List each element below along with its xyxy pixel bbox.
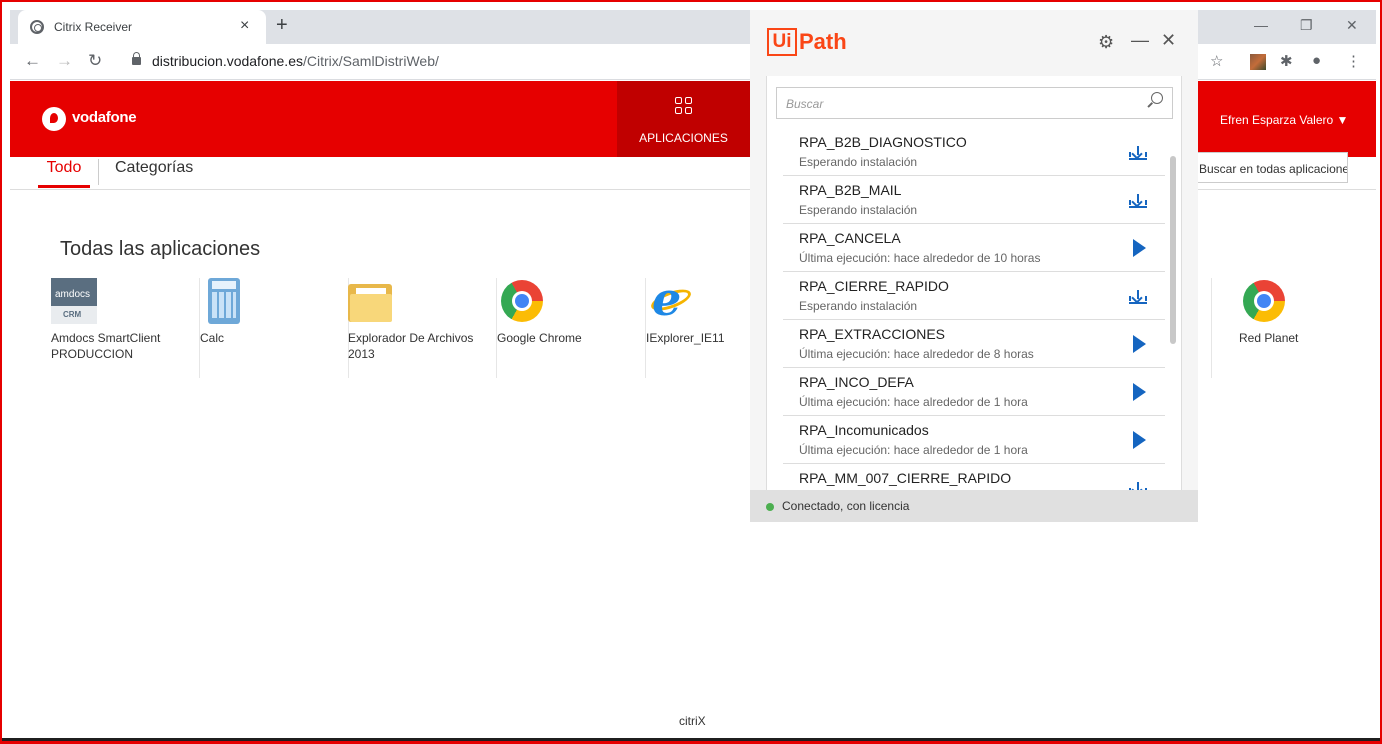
apps-nav-button[interactable]: APLICACIONES <box>617 81 750 157</box>
app-name: Red Planet <box>1239 331 1299 345</box>
process-item[interactable]: RPA_B2B_MAIL Esperando instalación <box>783 176 1165 224</box>
download-icon[interactable] <box>1129 146 1147 160</box>
app-name: Explorador De Archivos 2013 <box>348 331 474 361</box>
connection-status-text: Conectado, con licencia <box>782 499 910 513</box>
minimize-icon[interactable]: — <box>1131 30 1149 51</box>
new-tab-button[interactable]: + <box>276 14 288 37</box>
section-title: Todas las aplicaciones <box>60 238 261 260</box>
app-name: Amdocs SmartClient PRODUCCION <box>51 331 161 361</box>
uipath-logo: Ui Path <box>767 28 847 56</box>
process-status: Esperando instalación <box>799 203 918 217</box>
process-name: RPA_Incomunicados <box>799 422 929 438</box>
brand-name: vodafone <box>72 109 137 126</box>
play-icon[interactable] <box>1133 383 1146 401</box>
extension-icon[interactable] <box>1250 54 1266 70</box>
apps-grid-icon <box>675 97 693 115</box>
app-tile-calc[interactable]: Calc <box>200 278 349 378</box>
process-name: RPA_CIERRE_RAPIDO <box>799 278 949 294</box>
forward-icon[interactable]: → <box>56 51 73 71</box>
citrix-favicon-icon <box>30 20 44 34</box>
download-icon[interactable] <box>1129 290 1147 304</box>
taskbar <box>2 738 1380 741</box>
process-name: RPA_B2B_DIAGNOSTICO <box>799 134 967 150</box>
tab-todo[interactable]: Todo <box>38 159 90 188</box>
minimize-button[interactable]: — <box>1254 17 1268 33</box>
browser-tab[interactable]: Citrix Receiver × <box>18 10 266 44</box>
process-status: Esperando instalación <box>799 155 918 169</box>
close-icon[interactable]: ✕ <box>1161 30 1176 51</box>
url-host: distribucion.vodafone.es <box>152 53 303 69</box>
process-item[interactable]: RPA_INCO_DEFA Última ejecución: hace alr… <box>783 368 1165 416</box>
connection-status-bar: Conectado, con licencia <box>750 490 1198 522</box>
amdocs-icon: amdocs CRM <box>51 278 97 324</box>
download-icon[interactable] <box>1129 194 1147 208</box>
play-icon[interactable] <box>1133 239 1146 257</box>
process-status: Última ejecución: hace alrededor de 1 ho… <box>799 395 1028 409</box>
window-frame: Citrix Receiver × + — ❐ ✕ ← → ↻ distribu… <box>0 0 1382 744</box>
process-list: RPA_B2B_DIAGNOSTICO Esperando instalació… <box>783 128 1165 490</box>
puzzle-extensions-icon[interactable]: ✱ <box>1280 52 1293 70</box>
tab-categorias[interactable]: Categorías <box>115 159 193 177</box>
restore-button[interactable]: ❐ <box>1300 17 1313 34</box>
ie-icon: e <box>648 272 696 326</box>
app-tile-red-planet[interactable]: Red Planet <box>1239 278 1380 378</box>
process-status: Última ejecución: hace alrededor de 1 ho… <box>799 443 1028 457</box>
bookmark-star-icon[interactable]: ☆ <box>1210 52 1223 70</box>
app-name: Google Chrome <box>497 331 582 345</box>
app-tile-chrome[interactable]: Google Chrome <box>497 278 646 378</box>
process-name: RPA_MM_007_CIERRE_RAPIDO <box>799 470 1012 486</box>
process-item[interactable]: RPA_CANCELA Última ejecución: hace alred… <box>783 224 1165 272</box>
process-item[interactable]: RPA_Incomunicados Última ejecución: hace… <box>783 416 1165 464</box>
search-placeholder: Buscar <box>786 97 824 111</box>
profile-icon[interactable]: ● <box>1312 52 1321 69</box>
back-icon[interactable]: ← <box>24 51 41 71</box>
lock-icon <box>132 52 141 65</box>
close-window-button[interactable]: ✕ <box>1346 17 1358 34</box>
uipath-assistant-window: Ui Path ⚙ — ✕ Buscar RPA_B2B_DIAGNOSTICO … <box>750 10 1198 522</box>
process-item[interactable]: RPA_EXTRACCIONES Última ejecución: hace … <box>783 320 1165 368</box>
user-menu[interactable]: Efren Esparza Valero ▼ <box>1220 113 1348 127</box>
process-item[interactable]: RPA_B2B_DIAGNOSTICO Esperando instalació… <box>783 128 1165 176</box>
play-icon[interactable] <box>1133 431 1146 449</box>
download-icon[interactable] <box>1129 482 1147 490</box>
app-tile-explorer[interactable]: Explorador De Archivos 2013 <box>348 278 497 378</box>
tab-title: Citrix Receiver <box>54 20 133 34</box>
apps-nav-label: APLICACIONES <box>639 131 728 145</box>
app-tile-amdocs[interactable]: amdocs CRM Amdocs SmartClient PRODUCCION <box>51 278 200 378</box>
process-panel: Buscar RPA_B2B_DIAGNOSTICO Esperando ins… <box>766 76 1182 490</box>
app-name: Calc <box>200 331 225 345</box>
chrome-icon <box>501 280 543 322</box>
search-icon[interactable] <box>1151 92 1163 104</box>
vodafone-logo-icon <box>42 107 66 131</box>
process-status: Última ejecución: hace alrededor de 8 ho… <box>799 347 1034 361</box>
process-name: RPA_CANCELA <box>799 230 901 246</box>
tab-close-icon[interactable]: × <box>240 17 249 35</box>
url-path: /Citrix/SamlDistriWeb/ <box>303 53 439 69</box>
reload-icon[interactable]: ↻ <box>88 51 102 71</box>
process-name: RPA_B2B_MAIL <box>799 182 902 198</box>
process-status: Esperando instalación <box>799 299 918 313</box>
process-item[interactable]: RPA_MM_007_CIERRE_RAPIDO <box>783 464 1165 490</box>
connected-status-icon <box>766 503 774 511</box>
process-status: Última ejecución: hace alrededor de 10 h… <box>799 251 1041 265</box>
process-item[interactable]: RPA_CIERRE_RAPIDO Esperando instalación <box>783 272 1165 320</box>
menu-kebab-icon[interactable]: ⋮ <box>1346 52 1361 70</box>
scrollbar-thumb[interactable] <box>1170 156 1176 344</box>
chrome-icon <box>1243 280 1285 322</box>
app-divider <box>1211 278 1212 378</box>
address-bar[interactable]: distribucion.vodafone.es/Citrix/SamlDist… <box>152 53 439 69</box>
play-icon[interactable] <box>1133 335 1146 353</box>
tab-divider <box>98 159 99 185</box>
citrix-footer-logo: citriX <box>679 714 706 728</box>
settings-gear-icon[interactable]: ⚙ <box>1098 32 1114 53</box>
process-name: RPA_EXTRACCIONES <box>799 326 945 342</box>
calculator-icon <box>208 278 240 324</box>
process-name: RPA_INCO_DEFA <box>799 374 914 390</box>
folder-icon <box>348 278 394 324</box>
process-search-input[interactable]: Buscar <box>776 87 1173 119</box>
